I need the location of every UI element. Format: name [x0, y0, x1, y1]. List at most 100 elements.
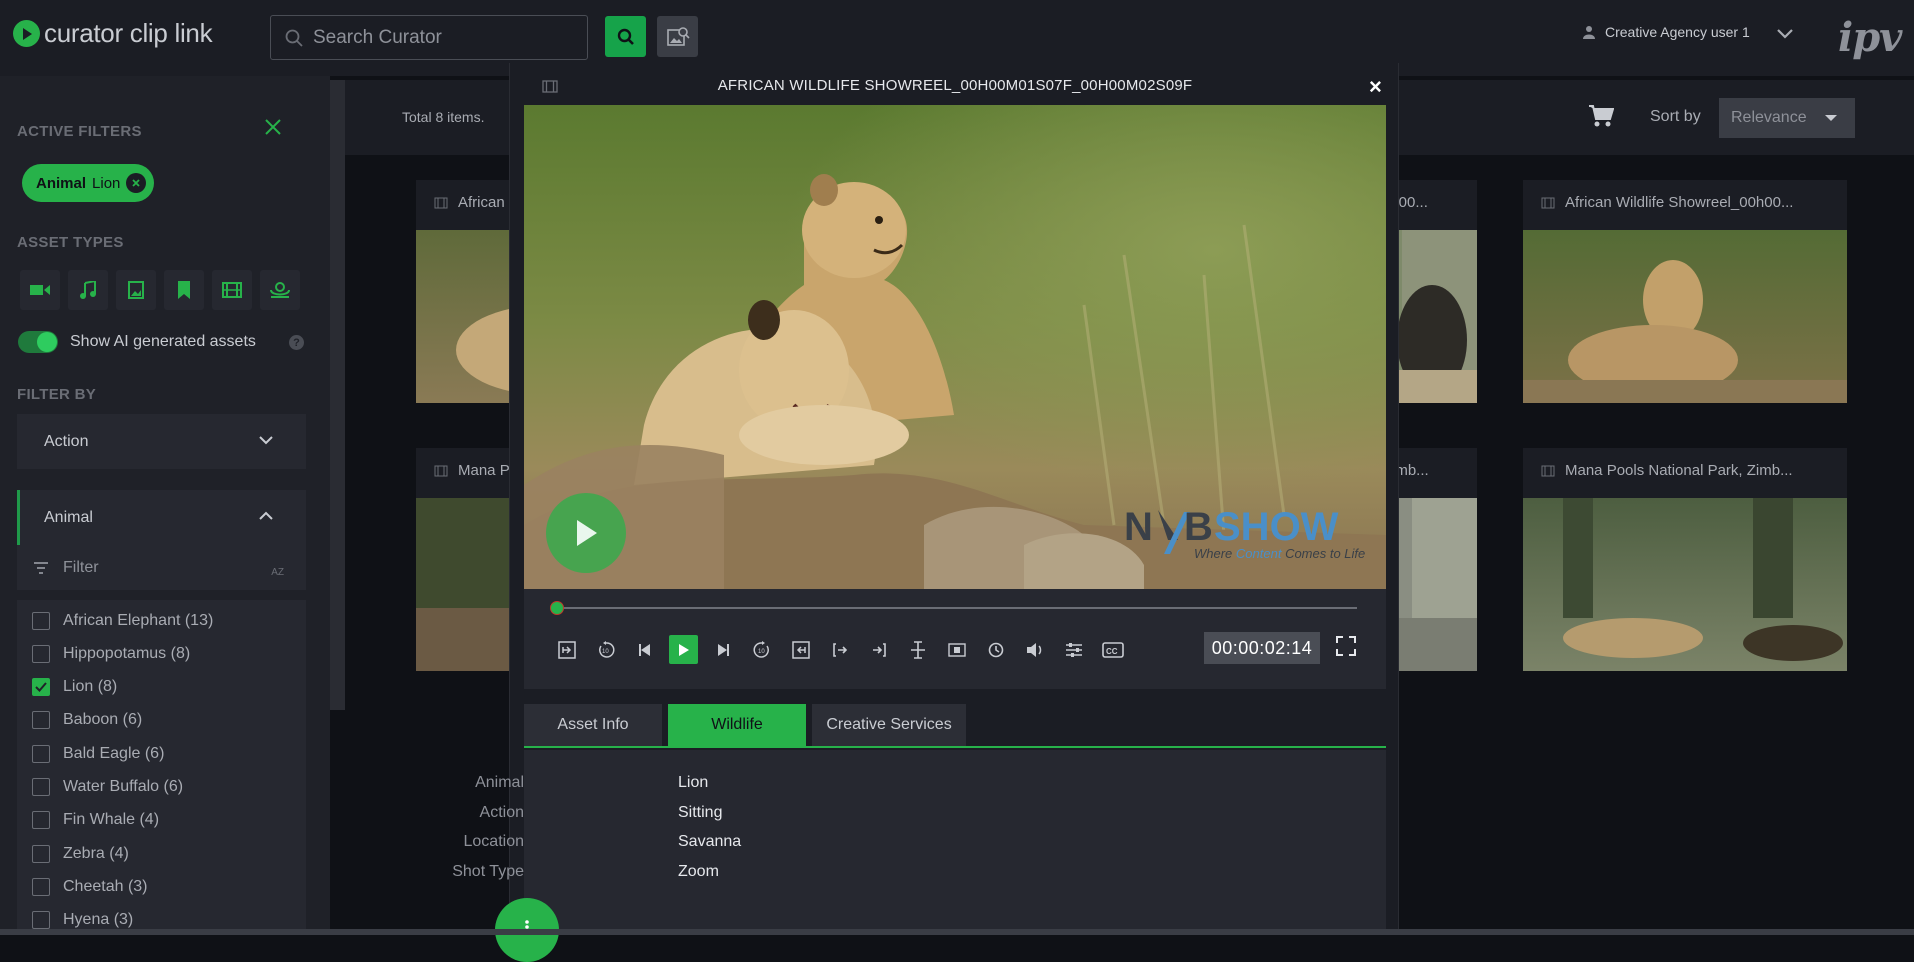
asset-card[interactable]: African Wildlife Showreel_00h00... — [1523, 180, 1847, 403]
help-icon[interactable]: ? — [289, 335, 304, 350]
asset-card[interactable]: Mana Pools National Park, Zimb... — [1523, 448, 1847, 671]
timeline-handle[interactable] — [549, 601, 564, 615]
facet-animal[interactable]: Animal — [17, 490, 306, 545]
clear-filters-icon[interactable] — [264, 118, 282, 136]
app-logo-text: curator clip link — [44, 18, 213, 48]
video-frame[interactable]: N B SHOW Where Content Comes to Life — [524, 105, 1386, 589]
metadata-panel: Animal Lion Action Sitting Location Savanna… — [452, 750, 1386, 935]
video-icon[interactable] — [20, 270, 60, 310]
player-modal: AFRICAN WILDLIFE SHOWREEL_00H00M01S07F_0… — [452, 63, 1399, 935]
checkbox[interactable] — [32, 911, 50, 929]
facet-action[interactable]: Action — [17, 414, 306, 469]
step-back-icon[interactable] — [630, 635, 659, 664]
search-input[interactable] — [313, 26, 573, 49]
list-item[interactable]: Hyena (3) — [32, 911, 133, 929]
checkbox[interactable] — [32, 678, 50, 696]
active-filters-title: ACTIVE FILTERS — [17, 123, 142, 140]
card-thumbnail — [1523, 498, 1847, 671]
checkbox[interactable] — [32, 778, 50, 796]
checkbox[interactable] — [32, 745, 50, 763]
option-label: Zebra (4) — [63, 845, 129, 862]
music-icon[interactable] — [68, 270, 108, 310]
ai-assets-toggle[interactable] — [18, 331, 58, 353]
nabshow-watermark: N B SHOW Where Content Comes to Life — [1124, 502, 1379, 572]
list-item[interactable]: Zebra (4) — [32, 845, 129, 863]
filter-icon — [34, 561, 48, 574]
film-strip-icon[interactable] — [212, 270, 252, 310]
forward-10-icon[interactable]: 10 — [747, 635, 776, 664]
clock-icon[interactable] — [981, 635, 1010, 664]
set-out-icon[interactable] — [864, 635, 893, 664]
checkbox[interactable] — [32, 711, 50, 729]
checkbox[interactable] — [32, 645, 50, 663]
option-label: Hyena (3) — [63, 911, 134, 928]
chevron-down-icon — [259, 436, 273, 445]
user-name: Creative Agency user 1 — [1605, 24, 1750, 40]
list-item[interactable]: Baboon (6) — [32, 711, 142, 729]
filter-placeholder: Filter — [63, 558, 99, 576]
asset-type-buttons — [20, 270, 300, 310]
card-title: Mana Pools National Park, Zimb... — [1565, 462, 1793, 479]
remove-chip-icon[interactable] — [126, 173, 147, 193]
search-button[interactable] — [605, 16, 646, 57]
tab-wildlife[interactable]: Wildlife — [668, 704, 806, 746]
mark-in-frame-icon[interactable] — [552, 635, 581, 664]
mark-out-frame-icon[interactable] — [786, 635, 815, 664]
sort-value: Relevance — [1731, 109, 1807, 126]
collection-icon[interactable] — [260, 270, 300, 310]
checkbox[interactable] — [32, 845, 50, 863]
metadata-key: Location — [463, 833, 525, 850]
rewind-10-icon[interactable]: 10 — [591, 635, 620, 664]
split-icon[interactable] — [903, 635, 932, 664]
list-item[interactable]: Lion (8) — [32, 678, 117, 696]
active-filter-chip[interactable]: Animal Lion — [22, 164, 155, 202]
list-item[interactable]: Water Buffalo (6) — [32, 778, 183, 796]
animal-options-list: African Elephant (13) Hippopotamus (8) L… — [17, 600, 306, 935]
app-logo[interactable]: curator clip link — [13, 18, 213, 49]
user-menu[interactable]: Creative Agency user 1 — [1583, 24, 1750, 40]
facet-filter-input[interactable]: Filter AZ — [17, 545, 306, 590]
fullscreen-icon[interactable] — [1336, 636, 1356, 656]
search-icon — [285, 29, 303, 47]
cart-icon[interactable] — [1588, 104, 1614, 128]
visual-search-button[interactable] — [657, 16, 698, 57]
list-item[interactable]: Cheetah (3) — [32, 878, 148, 896]
volume-icon[interactable] — [1020, 635, 1049, 664]
closed-captions-icon[interactable]: CC — [1098, 635, 1127, 664]
film-strip-icon — [434, 465, 448, 476]
sort-az-icon[interactable]: AZ — [271, 567, 284, 578]
ai-assets-label: Show AI generated assets — [70, 333, 256, 350]
timeline-track[interactable] — [552, 607, 1357, 609]
list-item[interactable]: Bald Eagle (6) — [32, 745, 164, 763]
film-strip-icon — [1541, 197, 1555, 208]
list-item[interactable]: African Elephant (13) — [32, 612, 213, 630]
tab-creative-services[interactable]: Creative Services — [812, 704, 966, 746]
chevron-down-icon[interactable] — [1776, 28, 1794, 40]
metadata-key: Action — [479, 804, 524, 821]
metadata-key: Animal — [475, 774, 524, 791]
checkbox[interactable] — [32, 612, 50, 630]
checkbox[interactable] — [32, 811, 50, 829]
play-icon[interactable] — [669, 635, 698, 664]
close-icon[interactable]: × — [1369, 76, 1382, 98]
sidebar-scrollbar[interactable] — [330, 80, 345, 710]
svg-text:CC: CC — [1106, 647, 1118, 656]
list-item[interactable]: Hippopotamus (8) — [32, 645, 190, 663]
settings-icon[interactable] — [1059, 635, 1088, 664]
bookmark-icon[interactable] — [164, 270, 204, 310]
tab-asset-info[interactable]: Asset Info — [524, 704, 662, 746]
bottom-scrollbar[interactable] — [0, 929, 1914, 935]
option-label: African Elephant (13) — [63, 612, 214, 629]
subclip-icon[interactable] — [942, 635, 971, 664]
search-box[interactable] — [270, 15, 588, 60]
facet-label: Animal — [44, 508, 93, 526]
sort-select[interactable]: Relevance — [1719, 98, 1855, 138]
checkbox[interactable] — [32, 878, 50, 896]
set-in-icon[interactable] — [825, 635, 854, 664]
image-icon[interactable] — [116, 270, 156, 310]
step-forward-icon[interactable] — [708, 635, 737, 664]
chip-value: Lion — [92, 174, 121, 192]
big-play-button[interactable] — [546, 493, 626, 573]
list-item[interactable]: Fin Whale (4) — [32, 811, 159, 829]
card-title: African Wildlife Showreel_00h00... — [1565, 194, 1794, 211]
